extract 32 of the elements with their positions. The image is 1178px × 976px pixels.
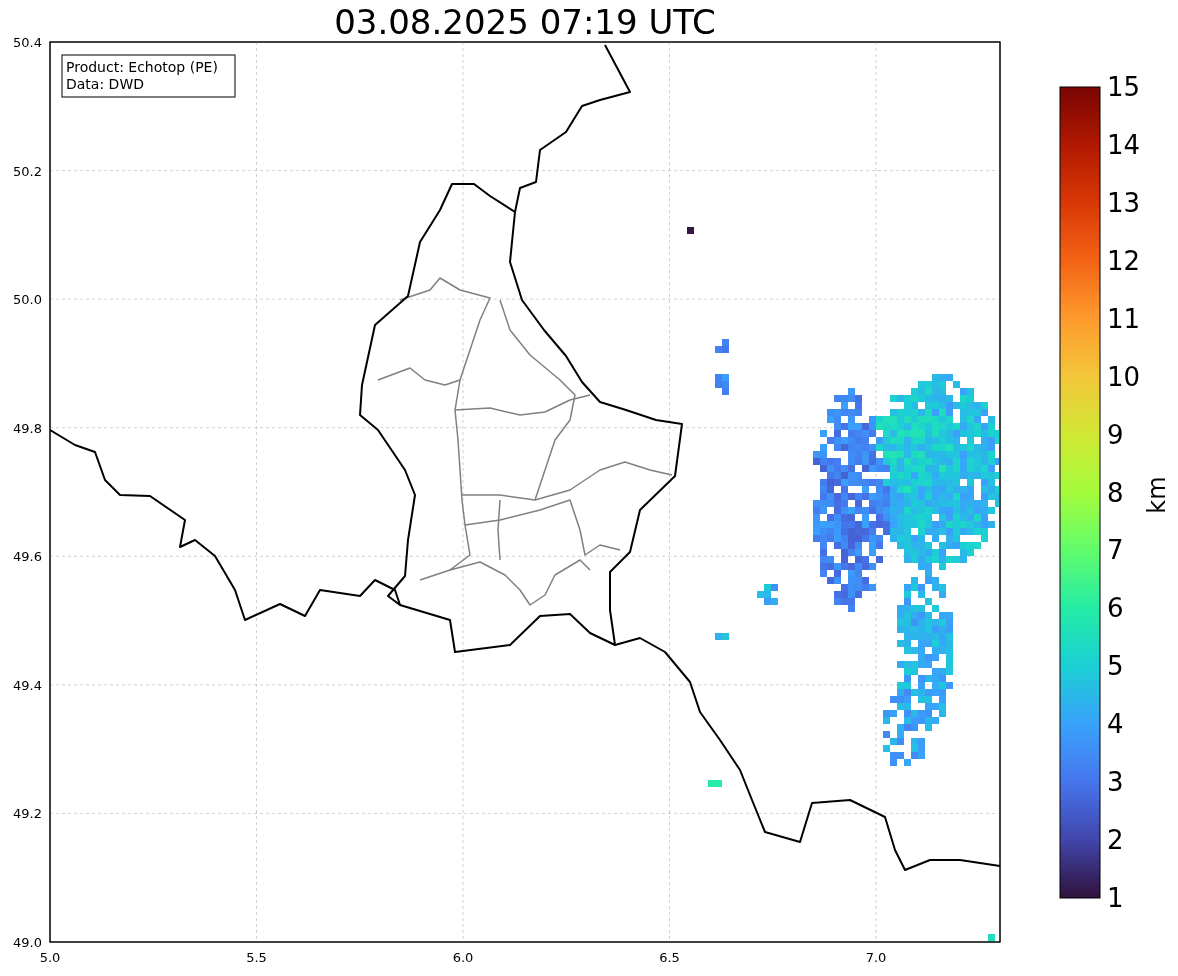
colorbar-tick-label: 14 (1107, 129, 1141, 160)
colorbar-tick-label: 10 (1107, 361, 1141, 392)
colorbar-tick-label: 5 (1107, 651, 1124, 682)
x-tick-label: 6.0 (452, 950, 474, 965)
y-tick-label: 50.2 (13, 163, 42, 179)
y-tick-label: 49.4 (13, 677, 42, 693)
x-tick-label: 5.0 (39, 950, 61, 965)
colorbar-tick-label: 11 (1107, 303, 1141, 334)
info-text: Data: DWD (66, 76, 144, 92)
y-tick-label: 49.0 (13, 935, 42, 950)
colorbar-tick-label: 13 (1107, 187, 1141, 218)
colorbar-tick-label: 3 (1107, 767, 1124, 798)
colorbar-tick-label: 12 (1107, 245, 1141, 276)
colorbar-tick-label: 8 (1107, 477, 1124, 508)
colorbar-tick-label: 4 (1107, 709, 1124, 740)
info-text: Product: Echotop (PE) (66, 59, 218, 75)
chart-title: 03.08.2025 07:19 UTC (334, 2, 716, 42)
colorbar-tick-label: 9 (1107, 419, 1124, 450)
colorbar-tick-label: 6 (1107, 593, 1124, 624)
y-tick-label: 50.0 (13, 292, 42, 308)
y-tick-label: 49.6 (13, 549, 42, 565)
y-tick-label: 49.2 (13, 806, 42, 822)
colorbar-label: km (1143, 476, 1171, 514)
y-tick-label: 50.4 (13, 35, 42, 50)
y-tick-label: 49.8 (13, 420, 42, 436)
x-tick-label: 7.0 (865, 950, 887, 965)
colorbar-tick-label: 2 (1107, 825, 1124, 856)
colorbar-tick-label: 1 (1107, 883, 1124, 913)
colorbar-tick-label: 7 (1107, 535, 1124, 566)
x-tick-label: 5.5 (246, 950, 267, 965)
x-tick-label: 6.5 (659, 950, 680, 965)
colorbar-tick-label: 15 (1107, 72, 1141, 102)
